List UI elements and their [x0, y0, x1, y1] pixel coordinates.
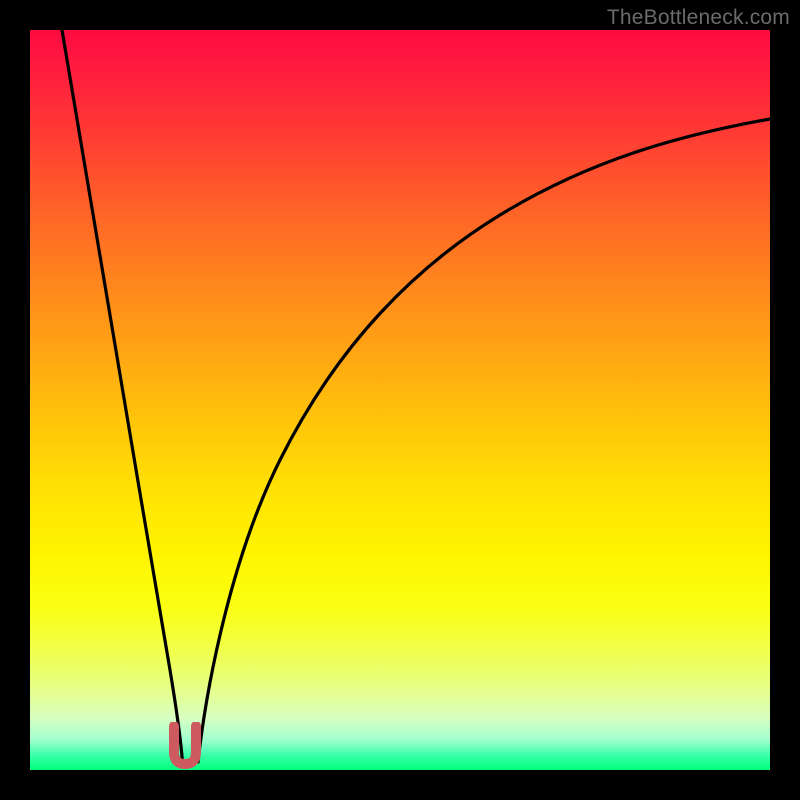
curve-left-branch — [62, 30, 183, 762]
bottleneck-curve — [30, 30, 770, 770]
curve-right-branch — [198, 119, 770, 762]
chart-plot-area — [30, 30, 770, 770]
watermark-text: TheBottleneck.com — [607, 6, 790, 30]
